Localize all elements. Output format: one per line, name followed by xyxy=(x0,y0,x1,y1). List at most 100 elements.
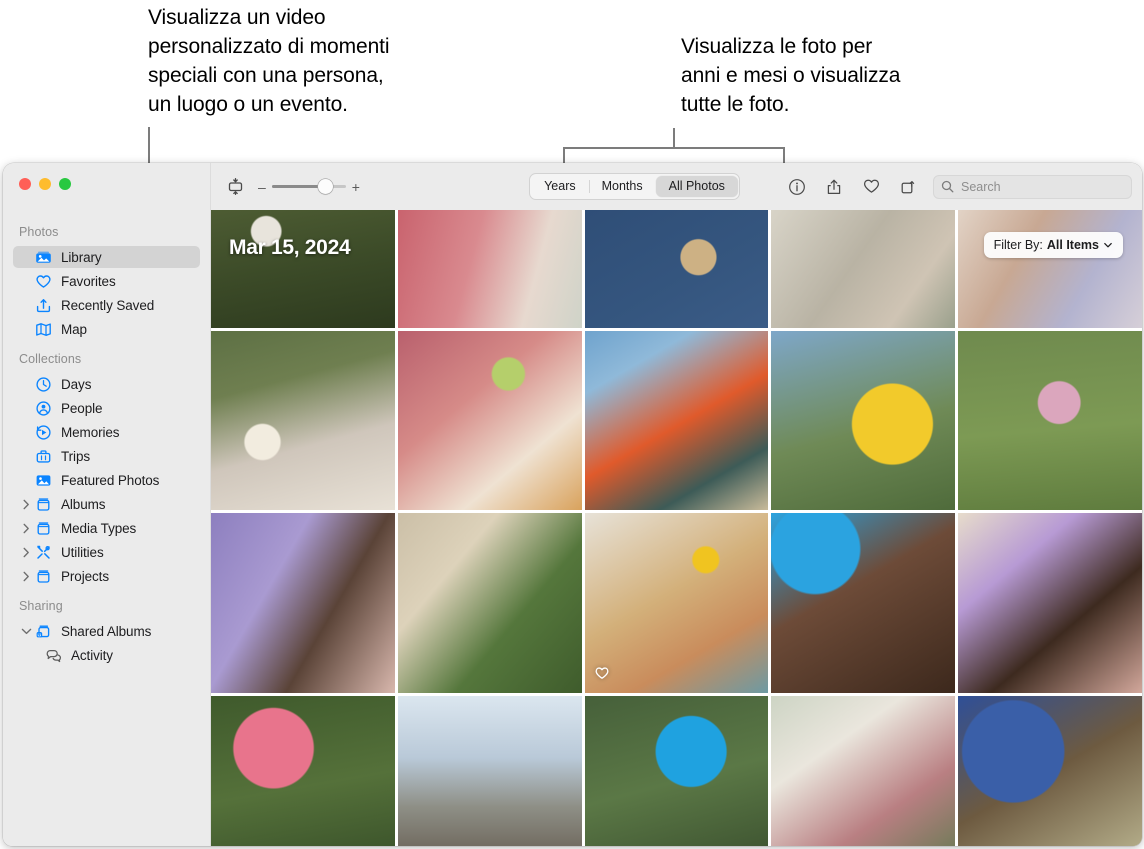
sidebar-item-favorites[interactable]: Favorites xyxy=(13,270,200,292)
photo-image xyxy=(397,331,582,510)
shared-album-icon xyxy=(35,623,54,640)
sidebar-item-shared-albums[interactable]: Shared Albums xyxy=(13,620,200,642)
sidebar: Photos Library Favorites Recently Saved Map C… xyxy=(3,163,211,846)
photo-thumbnail[interactable] xyxy=(584,331,769,510)
photo-image xyxy=(211,696,395,846)
photo-thumbnail[interactable] xyxy=(397,210,582,328)
sidebar-item-activity[interactable]: Activity xyxy=(39,644,200,666)
photo-image xyxy=(584,696,769,846)
photo-thumbnail[interactable] xyxy=(211,331,395,510)
sidebar-item-label: Favorites xyxy=(61,273,116,289)
sidebar-item-trips[interactable]: Trips xyxy=(13,445,200,467)
sidebar-item-library[interactable]: Library xyxy=(13,246,200,268)
minimize-button[interactable] xyxy=(39,178,51,190)
photo-thumbnail[interactable] xyxy=(771,210,956,328)
sidebar-group-title: Collections xyxy=(19,352,82,366)
photo-image xyxy=(211,331,395,510)
sidebar-item-utilities[interactable]: Utilities xyxy=(13,541,200,563)
heart-icon[interactable] xyxy=(859,175,883,199)
close-button[interactable] xyxy=(19,178,31,190)
photo-image xyxy=(584,210,769,328)
sidebar-item-label: Shared Albums xyxy=(61,623,152,639)
callout-leader-right-tick-right xyxy=(783,147,785,163)
tab-all-photos[interactable]: All Photos xyxy=(655,176,738,197)
filter-by-button[interactable]: Filter By: All Items xyxy=(983,232,1123,258)
zoom-slider[interactable]: – + xyxy=(258,179,360,194)
zoom-slider-knob[interactable] xyxy=(317,179,333,194)
zoom-button[interactable] xyxy=(59,178,71,190)
heart-icon xyxy=(35,273,54,290)
chevron-right-icon[interactable] xyxy=(19,499,33,510)
tab-months[interactable]: Months xyxy=(588,176,656,197)
sidebar-item-label: Albums xyxy=(61,496,106,512)
sidebar-item-media-types[interactable]: Media Types xyxy=(13,517,200,539)
callout-leader-right-stem xyxy=(673,128,675,148)
chevron-down-icon[interactable] xyxy=(19,627,33,636)
zoom-in-label[interactable]: + xyxy=(352,180,360,194)
chevron-right-icon[interactable] xyxy=(19,571,33,582)
sidebar-item-recently-saved[interactable]: Recently Saved xyxy=(13,294,200,316)
sidebar-item-label: Library xyxy=(61,249,102,265)
sidebar-item-label: People xyxy=(61,400,103,416)
view-options-icon[interactable] xyxy=(223,175,247,199)
photo-thumbnail[interactable] xyxy=(397,331,582,510)
photo-thumbnail[interactable] xyxy=(211,696,395,846)
sidebar-item-featured-photos[interactable]: Featured Photos xyxy=(13,469,200,491)
suitcase-icon xyxy=(35,448,54,465)
activity-icon xyxy=(45,647,64,664)
view-mode-segmented-control[interactable]: Years Months All Photos xyxy=(529,173,740,200)
search-field[interactable] xyxy=(933,174,1132,199)
callout-text-view-modes: Visualizza le foto per anni e mesi o vis… xyxy=(681,35,901,116)
sidebar-item-label: Recently Saved xyxy=(61,297,155,313)
photo-thumbnail[interactable] xyxy=(771,696,956,846)
sidebar-item-map[interactable]: Map xyxy=(13,318,200,340)
photo-thumbnail[interactable] xyxy=(958,696,1142,846)
photo-thumbnail[interactable] xyxy=(584,513,769,693)
photo-grid xyxy=(211,210,1142,846)
photo-thumbnail[interactable] xyxy=(584,696,769,846)
photo-thumbnail[interactable] xyxy=(958,210,1142,328)
person-icon xyxy=(35,400,54,417)
zoom-out-label[interactable]: – xyxy=(258,180,266,194)
sidebar-item-label: Projects xyxy=(61,568,109,584)
photo-thumbnail[interactable] xyxy=(584,210,769,328)
sidebar-item-memories[interactable]: Memories xyxy=(13,421,200,443)
chevron-right-icon[interactable] xyxy=(19,523,33,534)
album-icon xyxy=(35,496,54,513)
photo-thumbnail[interactable] xyxy=(211,513,395,693)
rotate-icon[interactable] xyxy=(896,175,920,199)
memories-icon xyxy=(35,424,54,441)
tab-years[interactable]: Years xyxy=(531,176,589,197)
photo-image xyxy=(584,331,769,510)
share-icon[interactable] xyxy=(822,175,846,199)
zoom-slider-track[interactable] xyxy=(271,179,346,194)
photo-thumbnail[interactable] xyxy=(958,331,1142,510)
photo-image xyxy=(771,513,956,693)
callout-leader-right-bracket xyxy=(563,147,785,149)
filter-prefix-label: Filter By: xyxy=(993,238,1043,252)
photo-image xyxy=(958,210,1142,328)
filter-value-label: All Items xyxy=(1046,238,1099,252)
album-icon xyxy=(35,568,54,585)
info-icon[interactable] xyxy=(785,175,809,199)
sidebar-item-albums[interactable]: Albums xyxy=(13,493,200,515)
search-input[interactable] xyxy=(959,178,1124,195)
photo-image xyxy=(584,513,769,693)
sidebar-item-projects[interactable]: Projects xyxy=(13,565,200,587)
photo-thumbnail[interactable] xyxy=(771,331,956,510)
photo-thumbnail[interactable] xyxy=(958,513,1142,693)
photo-image xyxy=(771,696,956,846)
photo-image xyxy=(958,513,1142,693)
sidebar-scroll-area[interactable]: Photos Library Favorites Recently Saved Map C… xyxy=(3,215,210,846)
photo-thumbnail[interactable] xyxy=(771,513,956,693)
sidebar-item-label: Map xyxy=(61,321,87,337)
sidebar-item-days[interactable]: Days xyxy=(13,373,200,395)
photo-thumbnail[interactable] xyxy=(397,513,582,693)
chevron-right-icon[interactable] xyxy=(19,547,33,558)
photo-image xyxy=(397,696,582,846)
photo-thumbnail[interactable] xyxy=(397,696,582,846)
clock-icon xyxy=(35,376,54,393)
sidebar-item-people[interactable]: People xyxy=(13,397,200,419)
photo-grid-container[interactable]: Mar 15, 2024 Filter By: All Items xyxy=(211,210,1142,846)
photo-thumbnail[interactable] xyxy=(211,210,395,328)
